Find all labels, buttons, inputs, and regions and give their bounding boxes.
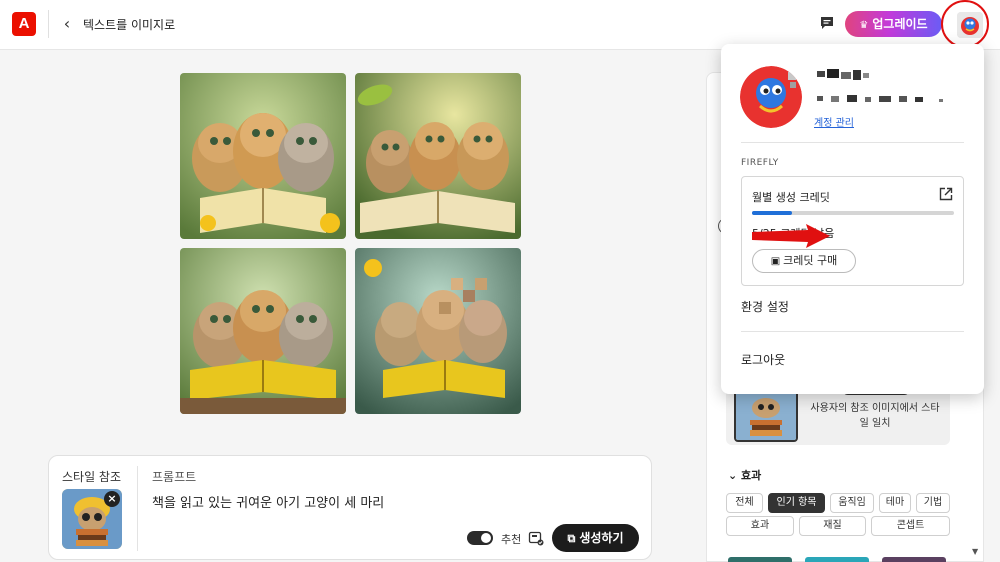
credits-card: 월별 생성 크레딧 5/25 크레딧 남음 ▣ 크레딧 구매	[741, 176, 964, 286]
style-match-text: 사용자의 참조 이미지에서 스타일 일치	[810, 403, 940, 429]
manage-account-link[interactable]: 계정 관리	[814, 114, 854, 129]
effect-chip-popular[interactable]: 인기 항목	[768, 493, 825, 513]
credits-progress-bar	[752, 211, 954, 215]
buy-credits-button[interactable]: ▣ 크레딧 구매	[752, 249, 856, 273]
menu-divider-2	[741, 331, 964, 332]
upgrade-label: 업그레이드	[872, 17, 928, 31]
page-title: 텍스트를 이미지로	[83, 18, 176, 32]
effect-chip-theme[interactable]: 테마	[879, 493, 911, 513]
generate-button[interactable]: ⧉ 생성하기	[552, 524, 639, 552]
adobe-logo[interactable]: A	[12, 12, 36, 36]
prompt-label: 프롬프트	[152, 470, 197, 484]
recommend-toggle[interactable]	[467, 531, 493, 545]
menu-divider-1	[741, 142, 964, 143]
content-credentials-icon[interactable]	[528, 530, 544, 546]
credits-progress-fill	[752, 211, 793, 215]
style-match-card[interactable]: 사용자의 참조 이미지에서 스타일 일치	[726, 387, 950, 445]
back-chevron-icon[interactable]: ‹	[58, 14, 76, 34]
avatar-image	[957, 12, 983, 38]
generate-icon: ⧉	[567, 532, 576, 545]
recommend-label: 추천	[501, 533, 522, 546]
prompt-panel: 스타일 참조 × 프롬프트 책을 읽고 있는 귀여운 아기 고양이 세 마리 추…	[48, 455, 652, 560]
effect-chip-movement[interactable]: 움직임	[830, 493, 874, 513]
effect-chip-technique[interactable]: 기법	[916, 493, 950, 513]
logout-menu-item[interactable]: 로그아웃	[741, 351, 785, 368]
crown-icon: ♛	[859, 20, 869, 31]
header-divider	[48, 10, 49, 38]
upgrade-button[interactable]: ♛ 업그레이드	[845, 11, 942, 37]
remove-style-reference-icon[interactable]: ×	[104, 491, 120, 507]
wallet-icon: ▣	[770, 256, 781, 267]
prompt-input[interactable]: 책을 읽고 있는 귀여운 아기 고양이 세 마리	[152, 492, 384, 511]
app-header: A ‹ 텍스트를 이미지로 ♛ 업그레이드	[0, 0, 1000, 50]
effect-chip-effects[interactable]: 효과	[726, 516, 794, 536]
external-link-icon[interactable]	[938, 186, 954, 202]
generated-image-4[interactable]	[355, 248, 521, 414]
scroll-down-arrow-icon[interactable]: ▼	[972, 547, 978, 556]
effect-preview-3[interactable]	[882, 557, 946, 562]
firefly-section-label: FIREFLY	[741, 158, 779, 168]
generate-label: 생성하기	[579, 531, 624, 545]
style-reference-label: 스타일 참조	[62, 470, 122, 484]
generated-image-2[interactable]	[355, 73, 521, 239]
feedback-chat-icon[interactable]	[819, 15, 835, 31]
style-match-thumbnail	[734, 390, 798, 442]
user-name-redacted	[817, 69, 869, 80]
generated-image-1[interactable]	[180, 73, 346, 239]
credits-remaining-text: 5/25 크레딧 남음	[752, 227, 835, 240]
prompt-divider	[137, 466, 138, 551]
buy-credits-label: 크레딧 구매	[783, 254, 838, 267]
preferences-menu-item[interactable]: 환경 설정	[741, 298, 789, 315]
effect-chip-all[interactable]: 전체	[726, 493, 763, 513]
user-email-redacted	[817, 95, 943, 102]
effect-preview-2[interactable]	[805, 557, 869, 562]
account-avatar	[740, 66, 802, 128]
effects-section-title[interactable]: ⌄ 효과	[728, 467, 761, 483]
effect-preview-1[interactable]	[728, 557, 792, 562]
profile-avatar-button[interactable]	[957, 12, 983, 38]
generated-image-3[interactable]	[180, 248, 346, 414]
effect-chip-material[interactable]: 재질	[799, 516, 866, 536]
account-menu: 계정 관리 FIREFLY 월별 생성 크레딧 5/25 크레딧 남음 ▣ 크레딧…	[721, 44, 984, 394]
credits-title: 월별 생성 크레딧	[752, 191, 830, 204]
effect-chip-concept[interactable]: 콘셉트	[871, 516, 950, 536]
